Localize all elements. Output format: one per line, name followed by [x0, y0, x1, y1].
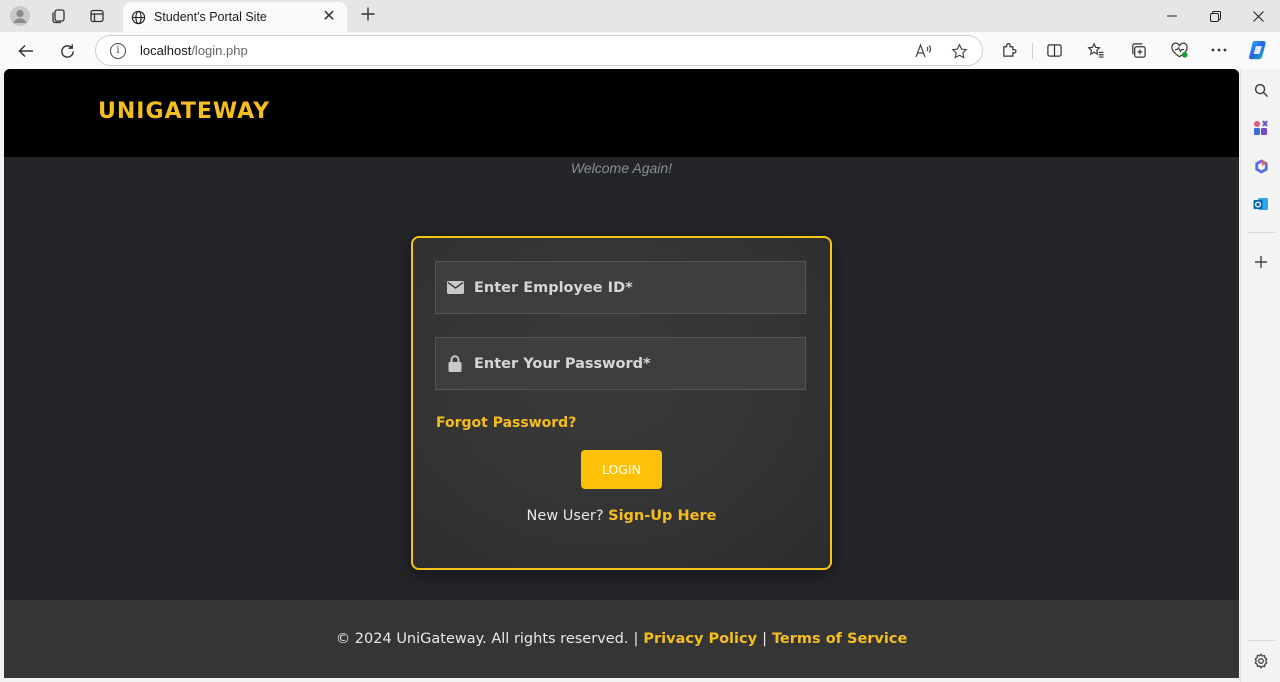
- minimize-button[interactable]: [1152, 4, 1192, 28]
- browser-essentials-icon[interactable]: [1166, 37, 1192, 63]
- brand-logo[interactable]: UNIGATEWAY: [98, 99, 270, 124]
- browser-tab-strip: Student's Portal Site ✕: [0, 0, 1280, 32]
- page-viewport: UNIGATEWAY Welcome Again! Forgot Passwor…: [4, 69, 1239, 678]
- login-card: Forgot Password? LOGIN New User? Sign-Up…: [411, 236, 832, 570]
- settings-icon[interactable]: [1249, 649, 1273, 673]
- sidebar-divider-bottom: [1247, 640, 1275, 641]
- profile-icon[interactable]: [7, 4, 33, 28]
- address-bar[interactable]: i localhost/login.php: [95, 35, 983, 66]
- close-tab-icon[interactable]: ✕: [321, 9, 337, 25]
- back-button[interactable]: [13, 38, 39, 64]
- welcome-text: Welcome Again!: [570, 160, 673, 176]
- restore-button[interactable]: [1195, 4, 1235, 28]
- favorites-icon[interactable]: [1083, 37, 1109, 63]
- more-icon[interactable]: [1206, 37, 1232, 63]
- tools-icon[interactable]: [1249, 116, 1273, 140]
- globe-icon: [131, 10, 146, 25]
- favorite-star-icon[interactable]: [948, 40, 970, 62]
- tab-title: Student's Portal Site: [154, 10, 267, 24]
- lock-icon: [446, 355, 464, 373]
- signup-link[interactable]: Sign-Up Here: [608, 508, 716, 524]
- extensions-icon[interactable]: [996, 37, 1022, 63]
- password-input[interactable]: [464, 338, 805, 389]
- address-toolbar: i localhost/login.php: [0, 32, 1280, 69]
- outlook-icon[interactable]: [1249, 192, 1273, 216]
- privacy-policy-link[interactable]: Privacy Policy: [643, 631, 757, 647]
- new-tab-button[interactable]: [357, 4, 379, 28]
- split-screen-icon[interactable]: [1041, 37, 1067, 63]
- new-user-text: New User?: [526, 508, 604, 524]
- collections-icon[interactable]: [1125, 37, 1151, 63]
- copyright-text: © 2024 UniGateway. All rights reserved.: [335, 631, 629, 647]
- footer-separator: |: [633, 631, 639, 647]
- browser-sidebar: [1240, 69, 1280, 682]
- employee-id-input[interactable]: [464, 262, 805, 313]
- login-button[interactable]: LOGIN: [581, 450, 662, 489]
- tab-actions-icon[interactable]: [84, 4, 110, 28]
- footer-separator: |: [762, 631, 767, 647]
- url-text: localhost/login.php: [140, 43, 248, 58]
- active-tab[interactable]: Student's Portal Site ✕: [123, 2, 347, 32]
- site-header: UNIGATEWAY: [4, 69, 1239, 157]
- search-icon[interactable]: [1249, 78, 1273, 102]
- workspaces-icon[interactable]: [45, 4, 71, 28]
- signup-prompt: New User? Sign-Up Here: [413, 508, 830, 524]
- copilot-icon[interactable]: [1246, 37, 1272, 63]
- site-footer: © 2024 UniGateway. All rights reserved. …: [4, 600, 1239, 678]
- close-window-button[interactable]: [1238, 4, 1278, 28]
- read-aloud-icon[interactable]: [912, 40, 934, 62]
- refresh-button[interactable]: [54, 38, 80, 64]
- info-icon[interactable]: i: [110, 42, 126, 59]
- sidebar-divider: [1247, 232, 1275, 233]
- password-field: [435, 337, 806, 390]
- toolbar-divider: [1032, 43, 1033, 59]
- employee-id-field: [435, 261, 806, 314]
- forgot-password-link[interactable]: Forgot Password?: [436, 415, 576, 431]
- add-sidebar-icon[interactable]: [1249, 250, 1273, 274]
- terms-of-service-link[interactable]: Terms of Service: [772, 631, 907, 647]
- envelope-icon: [446, 279, 464, 297]
- office-icon[interactable]: [1249, 154, 1273, 178]
